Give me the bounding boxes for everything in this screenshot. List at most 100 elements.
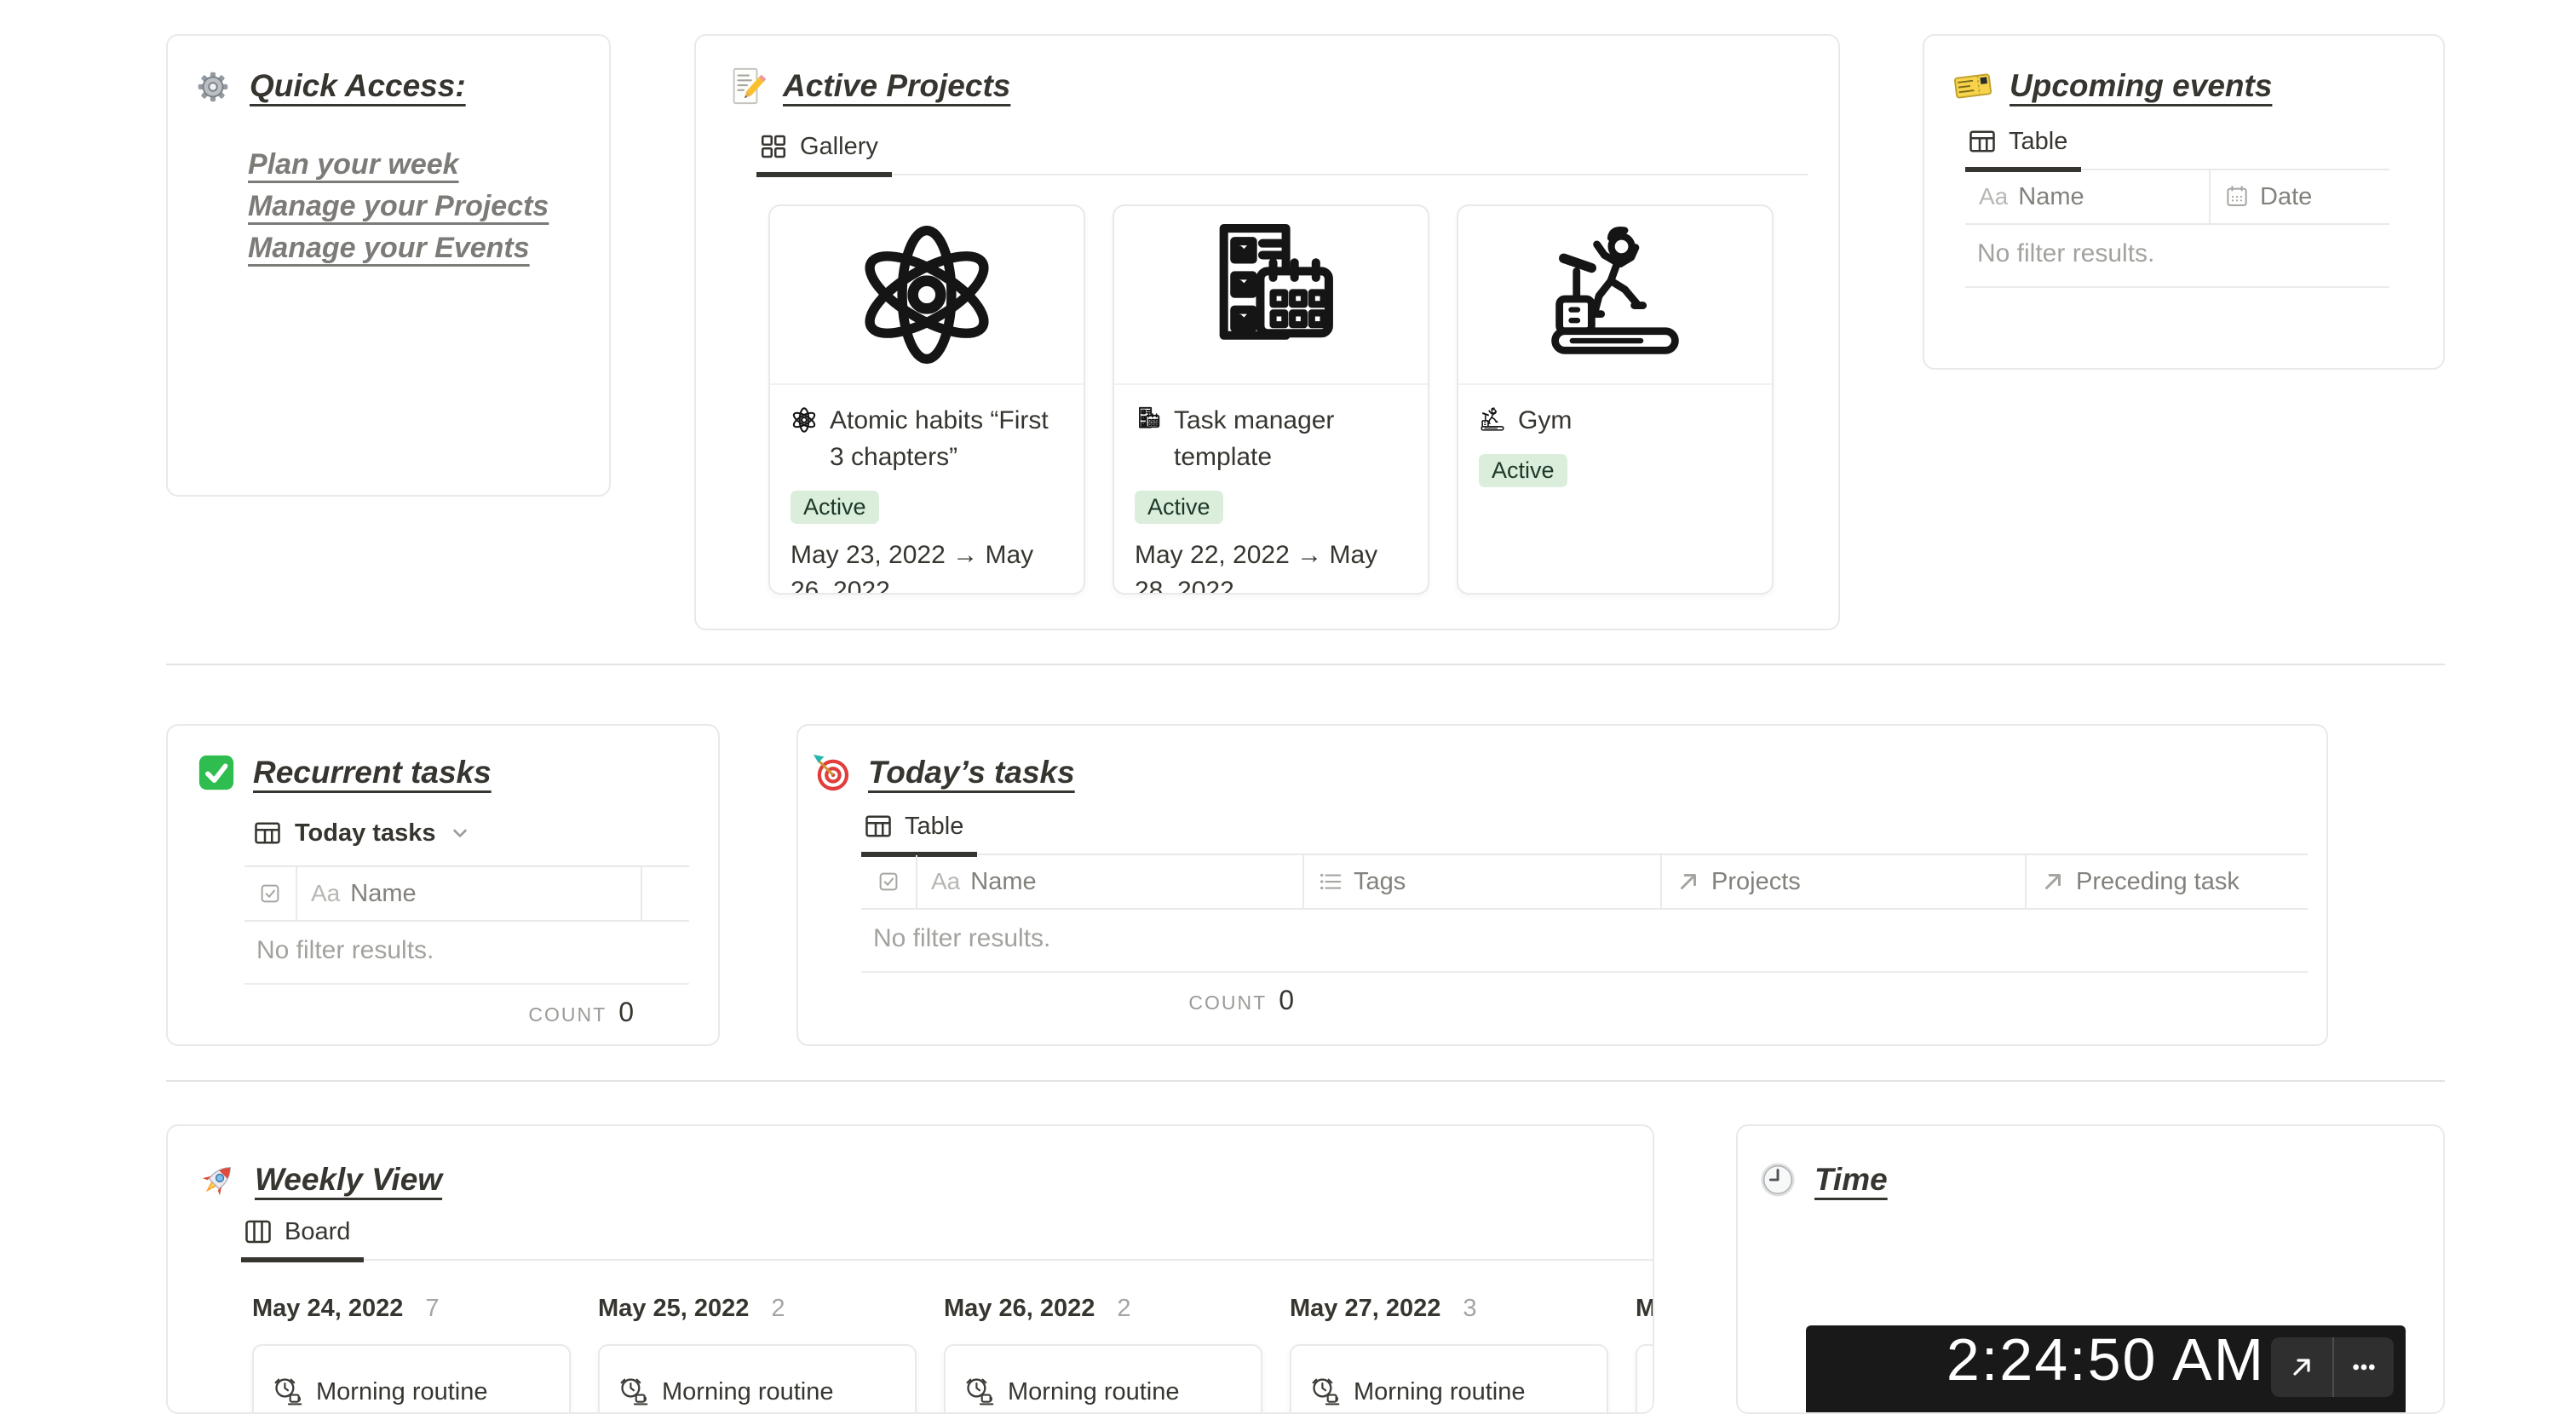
time-panel: Time 2:24:50 AM	[1736, 1124, 2445, 1414]
projects-gallery: Atomic habits “First 3 chapters” Active …	[768, 204, 1808, 595]
target-icon	[812, 753, 851, 792]
view-selector-label: Today tasks	[295, 819, 436, 847]
column-header-preceding-task[interactable]: Preceding task	[2025, 855, 2308, 908]
column-label: Name	[350, 879, 417, 907]
list-icon	[1318, 869, 1343, 894]
more-options-button[interactable]	[2332, 1337, 2394, 1397]
recurrent-tasks-table: Aa Name No filter results. COUNT 0	[244, 865, 689, 1028]
board-column-date: May 26, 2022	[944, 1295, 1095, 1322]
todays-tasks-header: Today’s tasks	[812, 753, 2308, 792]
column-header-name[interactable]: Aa Name	[1965, 170, 2209, 223]
weekly-view-title[interactable]: Weekly View	[255, 1162, 442, 1198]
empty-state-text: No filter results.	[861, 910, 2308, 973]
card-body: Atomic habits “First 3 chapters” Active …	[770, 385, 1084, 593]
count-row[interactable]: COUNT 0	[861, 985, 1302, 1016]
time-title[interactable]: Time	[1814, 1162, 1888, 1198]
text-property-icon: Aa	[1979, 183, 2009, 210]
project-card-gym[interactable]: Gym Active	[1457, 204, 1774, 595]
table-header-row: Aa Name	[244, 867, 689, 922]
tab-gallery[interactable]: Gallery	[756, 131, 892, 177]
open-external-icon	[2288, 1354, 2315, 1381]
relation-arrow-icon	[2040, 869, 2066, 894]
tab-board-label: Board	[285, 1217, 351, 1245]
empty-state-text: No filter results.	[1965, 225, 2389, 288]
board-card-morning-routine[interactable]: Morning routine	[1290, 1344, 1608, 1412]
board-column-count: 2	[1117, 1295, 1131, 1322]
board-column-count: 2	[771, 1295, 785, 1322]
clock-embed[interactable]: 2:24:50 AM	[1806, 1325, 2406, 1412]
column-header-tags[interactable]: Tags	[1302, 855, 1660, 908]
board-column-may-27: May 27, 2022 3 Morning routine	[1290, 1295, 1608, 1412]
board-column-header[interactable]: May 28, 2022	[1636, 1295, 1654, 1329]
quick-access-panel: Quick Access: Plan your week Manage your…	[166, 34, 611, 497]
view-selector-today-tasks[interactable]: Today tasks	[252, 816, 718, 850]
calendar-icon	[2224, 184, 2250, 210]
table-icon	[863, 811, 894, 842]
table-icon	[252, 818, 283, 848]
column-label: Date	[2260, 182, 2313, 210]
column-header-projects[interactable]: Projects	[1660, 855, 2025, 908]
tab-board[interactable]: Board	[241, 1216, 365, 1262]
board-column-date: May 28, 2022	[1636, 1295, 1654, 1322]
quick-access-title[interactable]: Quick Access:	[250, 68, 466, 104]
board-column-header[interactable]: May 25, 2022 2	[598, 1295, 917, 1329]
recurrent-tasks-header: Recurrent tasks	[197, 753, 718, 792]
status-badge: Active	[791, 491, 879, 524]
count-label: COUNT	[1188, 992, 1268, 1014]
tasklist-page-icon	[1135, 406, 1162, 434]
board-column-may-26: May 26, 2022 2 Morning routine	[944, 1295, 1262, 1412]
board-card-morning-routine[interactable]: Morning routine	[1636, 1344, 1653, 1412]
tab-table[interactable]: Table	[1965, 126, 2082, 172]
board-card-title: Morning routine	[1354, 1377, 1526, 1405]
link-manage-your-projects[interactable]: Manage your Projects	[248, 192, 549, 221]
recurrent-tasks-panel: Recurrent tasks Today tasks Aa Name No f…	[166, 724, 720, 1046]
count-value: 0	[618, 997, 634, 1027]
upcoming-events-title[interactable]: Upcoming events	[2010, 68, 2272, 104]
check-mark-icon	[197, 753, 236, 792]
board-column-header[interactable]: May 27, 2022 3	[1290, 1295, 1608, 1329]
board-column-count: 3	[1463, 1295, 1477, 1322]
more-options-icon	[2350, 1354, 2378, 1381]
active-projects-tabsbar: Gallery	[756, 131, 1808, 177]
time-header: Time	[1758, 1160, 2443, 1199]
card-cover	[1114, 206, 1428, 385]
tab-table-label: Table	[905, 812, 964, 840]
column-label: Projects	[1711, 867, 1801, 895]
treadmill-cover-art	[1540, 220, 1690, 370]
card-dates: May 22, 2022 → May 28, 2022	[1135, 541, 1378, 595]
project-card-task-manager[interactable]: Task manager template Active May 22, 202…	[1113, 204, 1429, 595]
board-card-morning-routine[interactable]: Morning routine	[598, 1344, 917, 1412]
link-plan-your-week[interactable]: Plan your week	[248, 150, 459, 179]
text-property-icon: Aa	[931, 868, 961, 894]
clock-icon	[1758, 1160, 1797, 1199]
card-title: Atomic habits “First 3 chapters”	[830, 406, 1049, 471]
board-column-header[interactable]: May 24, 2022 7	[252, 1295, 571, 1329]
column-header-checkbox[interactable]	[244, 867, 297, 920]
board-card-morning-routine[interactable]: Morning routine	[252, 1344, 571, 1412]
board-column-header[interactable]: May 26, 2022 2	[944, 1295, 1262, 1329]
card-cover	[770, 206, 1084, 385]
project-card-atomic-habits[interactable]: Atomic habits “First 3 chapters” Active …	[768, 204, 1085, 595]
recurrent-tasks-title[interactable]: Recurrent tasks	[253, 755, 492, 790]
column-header-name[interactable]: Aa Name	[917, 855, 1302, 908]
column-header-name[interactable]: Aa Name	[297, 867, 642, 920]
alarm-clock-cup-icon	[1310, 1377, 1341, 1407]
todays-tasks-panel: Today’s tasks Table Aa Name Tags Project…	[796, 724, 2328, 1046]
card-title-row: Atomic habits “First 3 chapters”	[791, 402, 1063, 475]
card-cover	[1458, 206, 1772, 385]
card-body: Gym Active	[1458, 385, 1772, 504]
link-manage-your-events[interactable]: Manage your Events	[248, 233, 530, 262]
text-property-icon: Aa	[311, 880, 341, 906]
column-header-checkbox[interactable]	[861, 855, 917, 908]
atom-page-icon	[791, 406, 818, 434]
count-row[interactable]: COUNT 0	[244, 997, 642, 1028]
alarm-clock-cup-icon	[964, 1377, 995, 1407]
board-column-date: May 25, 2022	[598, 1295, 750, 1322]
open-external-button[interactable]	[2271, 1337, 2332, 1397]
board-card-morning-routine[interactable]: Morning routine	[944, 1344, 1262, 1412]
column-header-date[interactable]: Date	[2209, 170, 2389, 223]
tab-gallery-label: Gallery	[800, 132, 878, 160]
todays-tasks-title[interactable]: Today’s tasks	[868, 755, 1075, 790]
active-projects-title[interactable]: Active Projects	[783, 68, 1010, 104]
tab-table[interactable]: Table	[861, 811, 978, 857]
